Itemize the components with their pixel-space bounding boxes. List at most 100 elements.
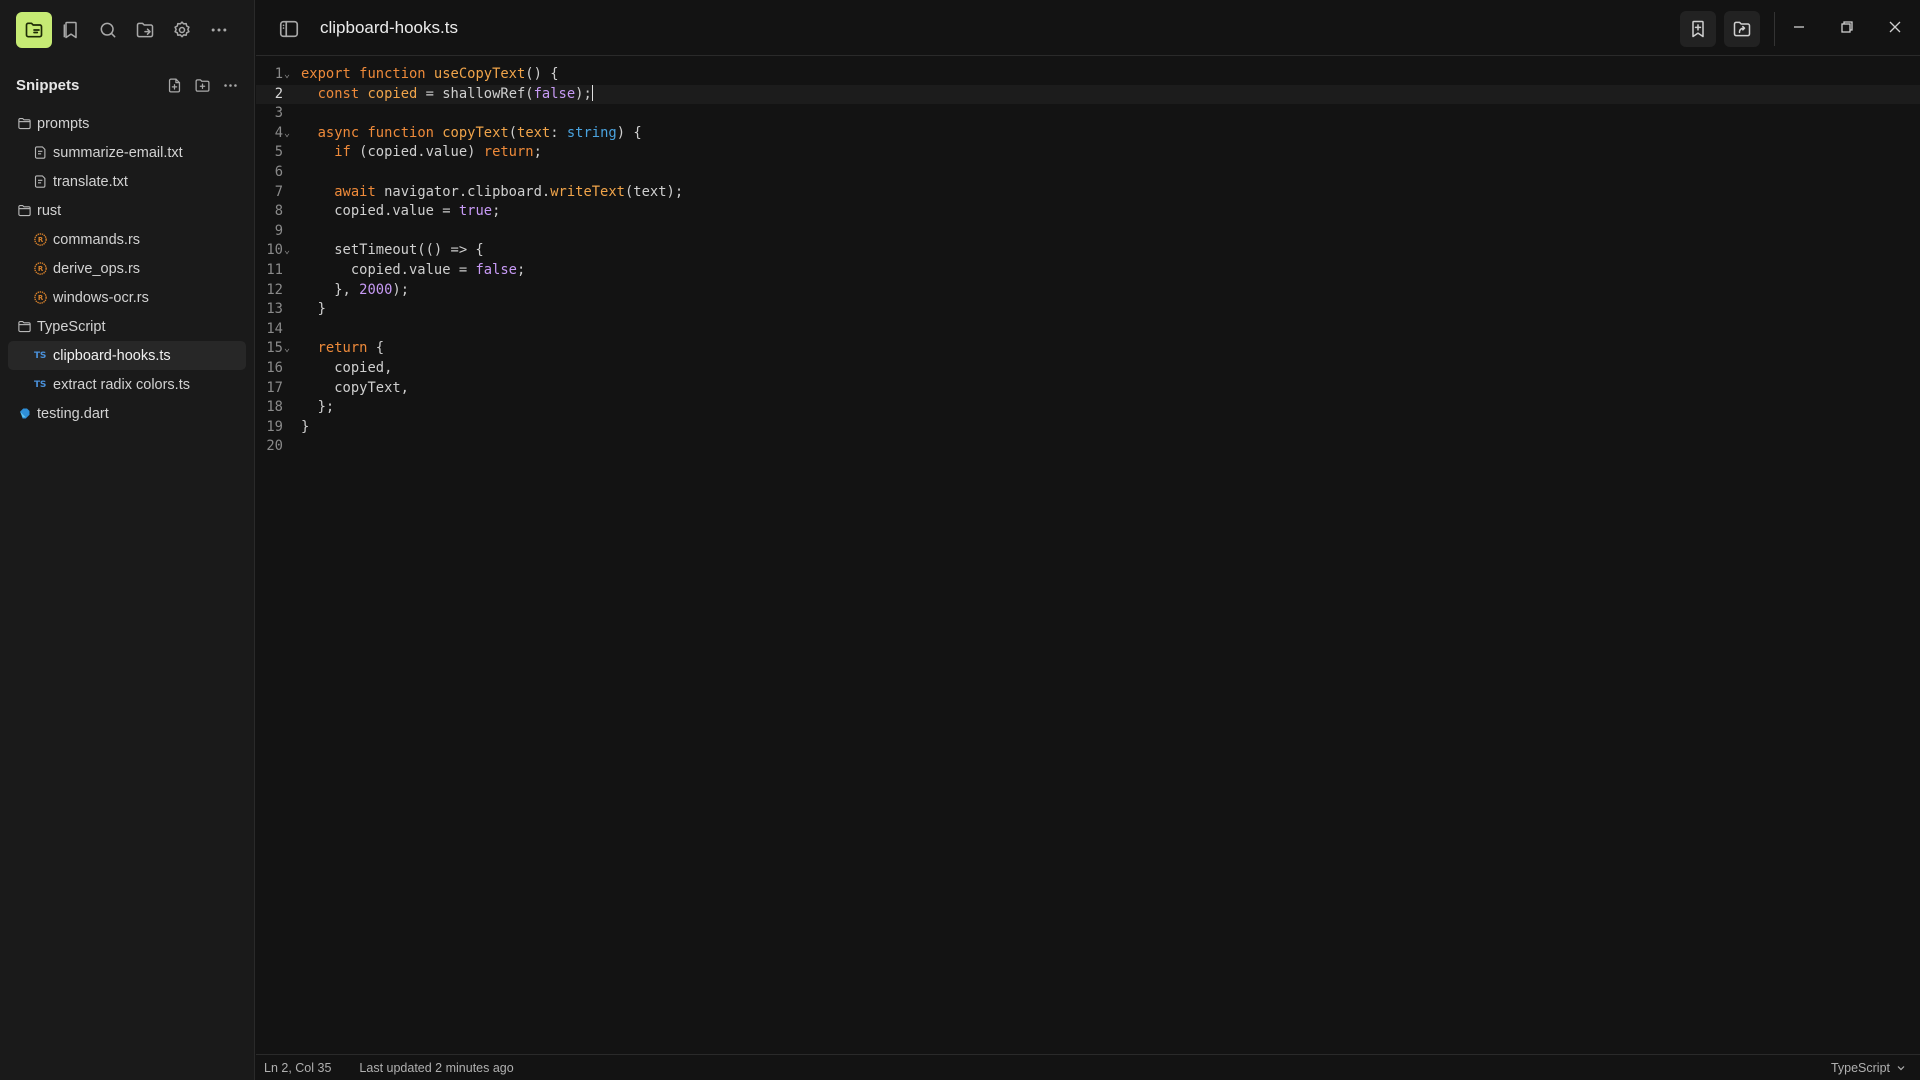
- line-number: 3: [274, 105, 283, 122]
- tree-file[interactable]: TS extract radix colors.ts: [8, 370, 246, 399]
- code-line[interactable]: 8 copied.value = true;: [256, 202, 1920, 222]
- tree-file[interactable]: TS clipboard-hooks.ts: [8, 341, 246, 370]
- minimize-button[interactable]: [1788, 16, 1810, 38]
- line-number: 11: [266, 261, 283, 278]
- line-number: 9: [274, 222, 283, 239]
- code-line[interactable]: 18 };: [256, 398, 1920, 418]
- status-bar: Ln 2, Col 35 Last updated 2 minutes ago …: [256, 1054, 1920, 1080]
- tree-file[interactable]: Rderive_ops.rs: [8, 254, 246, 283]
- line-number: 7: [274, 183, 283, 200]
- text-file-icon: [34, 175, 45, 188]
- dart-icon-wrap: [16, 406, 32, 422]
- code-line[interactable]: 9: [256, 222, 1920, 242]
- code-text: async function copyText(text: string) {: [317, 124, 642, 141]
- share-icon: [1733, 21, 1751, 37]
- shared-folders-button[interactable]: [127, 12, 163, 48]
- rust-icon-wrap: R: [32, 232, 48, 248]
- tree-item-label: rust: [37, 202, 62, 219]
- line-number: 15: [266, 340, 283, 357]
- gear-icon: [174, 21, 190, 38]
- files-button[interactable]: [16, 12, 52, 48]
- bookmark-add-button[interactable]: [1680, 11, 1716, 47]
- new-folder-button[interactable]: [192, 75, 212, 95]
- code-line[interactable]: 2 const copied = shallowRef(false);: [256, 84, 1920, 105]
- sidebar: Snippets prompts summarize-email.txt trans…: [0, 0, 255, 1080]
- code-line[interactable]: 4 ⌄ async function copyText(text: string)…: [256, 124, 1920, 144]
- code-line[interactable]: 19}: [256, 418, 1920, 438]
- tree-item-label: testing.dart: [37, 405, 109, 422]
- code-text: }: [301, 418, 310, 435]
- tree-folder[interactable]: rust: [8, 196, 246, 225]
- file-tree: prompts summarize-email.txt translate.txt r…: [8, 109, 246, 428]
- fold-chevron-icon[interactable]: ⌄: [284, 65, 290, 85]
- sidebar-toggle-icon: [279, 20, 299, 38]
- code-line[interactable]: 16 copied,: [256, 359, 1920, 379]
- code-line[interactable]: 5 if (copied.value) return;: [256, 143, 1920, 163]
- line-number: 2: [274, 85, 283, 102]
- code-line[interactable]: 15 ⌄ return {: [256, 339, 1920, 359]
- code-line[interactable]: 14: [256, 320, 1920, 340]
- code-line[interactable]: 13 }: [256, 300, 1920, 320]
- new-snippet-button[interactable]: [164, 75, 184, 95]
- settings-button[interactable]: [164, 12, 200, 48]
- maximize-button[interactable]: [1836, 16, 1858, 38]
- fold-chevron-icon[interactable]: ⌄: [284, 339, 290, 359]
- search-button[interactable]: [90, 12, 126, 48]
- line-number: 1: [274, 66, 283, 82]
- code-line[interactable]: 1 ⌄ export function useCopyText() {: [256, 65, 1920, 85]
- share-button[interactable]: [1724, 11, 1760, 47]
- language-selector[interactable]: TypeScript: [1831, 1061, 1906, 1075]
- bookmark-icon: [63, 21, 77, 39]
- tree-folder[interactable]: prompts: [8, 109, 246, 138]
- restore-icon: [1841, 21, 1853, 33]
- chevron-down-icon: [1897, 1065, 1905, 1070]
- tree-folder[interactable]: TypeScript: [8, 312, 246, 341]
- close-button[interactable]: [1884, 16, 1906, 38]
- snippets-title: Snippets: [16, 76, 80, 94]
- code-line[interactable]: 17 copyText,: [256, 379, 1920, 399]
- code-text: }, 2000);: [301, 281, 410, 298]
- toggle-sidebar-button[interactable]: [278, 18, 300, 40]
- tree-file[interactable]: translate.txt: [8, 167, 246, 196]
- code-text: export function useCopyText() {: [301, 66, 559, 82]
- line-number: 18: [266, 399, 283, 416]
- code-line[interactable]: 20: [256, 437, 1920, 457]
- cursor-position[interactable]: Ln 2, Col 35: [264, 1061, 331, 1075]
- file-title: clipboard-hooks.ts: [320, 18, 458, 37]
- snippets-header: Snippets: [16, 70, 240, 100]
- code-line[interactable]: 11 copied.value = false;: [256, 261, 1920, 281]
- fold-chevron-icon[interactable]: ⌄: [284, 241, 290, 261]
- code-line[interactable]: 10 ⌄ setTimeout(() => {: [256, 241, 1920, 261]
- code-line[interactable]: 12 }, 2000);: [256, 281, 1920, 301]
- code-line[interactable]: 6: [256, 163, 1920, 183]
- rust-icon-wrap: R: [32, 261, 48, 277]
- fold-chevron-icon[interactable]: ⌄: [284, 124, 290, 144]
- bookmark-add-icon: [1692, 20, 1704, 38]
- code-editor[interactable]: 1 ⌄ export function useCopyText() {2 const…: [256, 65, 1920, 1054]
- bookmarks-button[interactable]: [53, 12, 89, 48]
- rust-icon: R: [33, 233, 47, 246]
- more-button[interactable]: [201, 12, 237, 48]
- tree-file[interactable]: summarize-email.txt: [8, 138, 246, 167]
- tree-file[interactable]: testing.dart: [8, 399, 246, 428]
- title-divider: [1774, 12, 1775, 46]
- activity-rail: [16, 12, 237, 48]
- tree-file[interactable]: Rwindows-ocr.rs: [8, 283, 246, 312]
- code-line[interactable]: 7 await navigator.clipboard.writeText(te…: [256, 183, 1920, 203]
- snippets-more-button[interactable]: [220, 75, 240, 95]
- dart-icon: [19, 408, 29, 419]
- code-line[interactable]: 3: [256, 104, 1920, 124]
- tree-file[interactable]: Rcommands.rs: [8, 225, 246, 254]
- svg-text:R: R: [37, 294, 43, 302]
- folder-icon-wrap: [16, 116, 32, 132]
- line-number: 6: [274, 163, 283, 180]
- code-text: }: [301, 301, 326, 318]
- line-number: 10: [266, 242, 283, 259]
- folder-share-icon: [136, 22, 154, 38]
- last-updated: Last updated 2 minutes ago: [359, 1060, 514, 1075]
- tree-item-label: translate.txt: [53, 173, 128, 190]
- tree-item-label: TypeScript: [37, 318, 106, 335]
- folder-icon-wrap: [16, 203, 32, 219]
- text-icon-wrap: [32, 174, 48, 190]
- window-controls: [1788, 16, 1906, 38]
